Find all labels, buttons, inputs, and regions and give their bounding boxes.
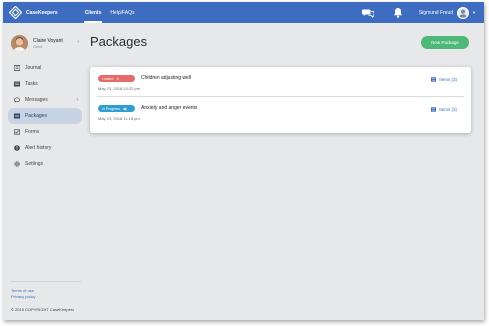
tasks-icon <box>14 81 20 87</box>
bell-icon[interactable] <box>391 6 405 20</box>
list-item[interactable]: In Progress ◀) Anxiety and anger events … <box>90 97 471 127</box>
package-date: May 23, 2018 10:22 pm <box>98 86 141 91</box>
megaphone-icon: ◀) <box>122 106 127 111</box>
alert-icon <box>14 145 20 151</box>
sidebar-item-alert-history[interactable]: Alert history <box>8 140 82 156</box>
items-label: Items (3) <box>439 77 457 82</box>
sidebar-item-messages[interactable]: Messages › <box>8 92 82 108</box>
list-icon <box>431 107 437 112</box>
main-nav: Clients Help/FAQs <box>82 2 141 23</box>
chevron-right-icon: › <box>76 97 78 103</box>
list-icon <box>431 77 437 82</box>
sidebar-item-label: Tasks <box>25 81 38 87</box>
packages-list: Locked ✕ Children adjusting well May 23,… <box>90 67 471 133</box>
sidebar-item-settings[interactable]: Settings <box>8 156 82 172</box>
brand[interactable]: CaseKeepers <box>8 2 58 23</box>
sidebar-item-label: Settings <box>25 161 44 167</box>
list-item[interactable]: Locked ✕ Children adjusting well May 23,… <box>90 67 471 97</box>
sidebar-item-label: Alert history <box>25 145 52 151</box>
top-navigation-bar: CaseKeepers Clients Help/FAQs Sigmund Fr… <box>3 2 484 23</box>
package-date: May 23, 2018 11:18 pm <box>98 116 140 121</box>
status-badge: Locked ✕ <box>98 75 135 82</box>
sidebar-footer: Terms of use Privacy policy © 2019 COPYR… <box>11 281 81 312</box>
package-title[interactable]: Children adjusting well <box>141 75 191 81</box>
nav-clients[interactable]: Clients <box>82 2 105 23</box>
copyright-text: © 2019 COPYRIGHT CaseKeepers <box>11 307 75 312</box>
gear-icon <box>14 161 20 167</box>
user-avatar-icon[interactable] <box>457 6 470 19</box>
status-label: Locked <box>102 76 114 81</box>
sidebar-item-label: Forms <box>25 129 40 135</box>
user-name[interactable]: Sigmund Freud <box>419 10 453 16</box>
status-badge: In Progress ◀) <box>98 105 135 112</box>
client-info: Claire Voyant Client <box>33 38 63 49</box>
client-name: Claire Voyant <box>33 37 63 44</box>
footer-divider <box>11 281 81 282</box>
package-title[interactable]: Anxiety and anger events <box>141 105 197 111</box>
client-profile[interactable]: Claire Voyant Client ‹ <box>11 33 81 53</box>
items-label: Items (3) <box>439 107 457 112</box>
client-role: Client <box>33 44 42 49</box>
brand-name: CaseKeepers <box>26 9 58 16</box>
sidebar: Claire Voyant Client ‹ Journal Tasks Mes… <box>3 23 83 320</box>
forms-icon <box>14 129 20 135</box>
sidebar-item-forms[interactable]: Forms <box>8 124 82 140</box>
user-menu-chevron-down-icon[interactable]: ▼ <box>472 10 476 15</box>
close-icon: ✕ <box>116 76 120 81</box>
journal-icon <box>14 65 20 71</box>
collapse-chevron-icon[interactable]: ‹ <box>77 39 79 45</box>
messages-icon <box>14 97 20 103</box>
privacy-policy-link[interactable]: Privacy policy <box>11 294 81 300</box>
sidebar-item-label: Packages <box>25 113 47 119</box>
packages-icon <box>14 113 20 119</box>
sidebar-menu: Journal Tasks Messages › Packages Forms … <box>8 60 82 172</box>
items-link[interactable]: Items (3) <box>431 107 457 112</box>
top-right-controls: Sigmund Freud ▼ <box>361 2 476 23</box>
page-title: Packages <box>90 34 148 49</box>
items-link[interactable]: Items (3) <box>431 77 457 82</box>
sidebar-item-packages[interactable]: Packages <box>8 108 82 124</box>
status-label: In Progress <box>102 106 120 111</box>
client-avatar <box>11 34 28 52</box>
sidebar-item-tasks[interactable]: Tasks <box>8 76 82 92</box>
nav-help-faqs[interactable]: Help/FAQs <box>107 2 137 23</box>
sidebar-item-label: Journal <box>25 65 42 71</box>
new-package-button[interactable]: New Package <box>421 36 469 49</box>
casekeepers-logo-icon <box>8 5 23 20</box>
sidebar-item-label: Messages <box>25 97 48 103</box>
app-window: CaseKeepers Clients Help/FAQs Sigmund Fr… <box>3 2 484 320</box>
main-content: Packages New Package Locked ✕ Children a… <box>83 23 484 320</box>
sidebar-item-journal[interactable]: Journal <box>8 60 82 76</box>
chat-icon[interactable] <box>361 6 375 20</box>
